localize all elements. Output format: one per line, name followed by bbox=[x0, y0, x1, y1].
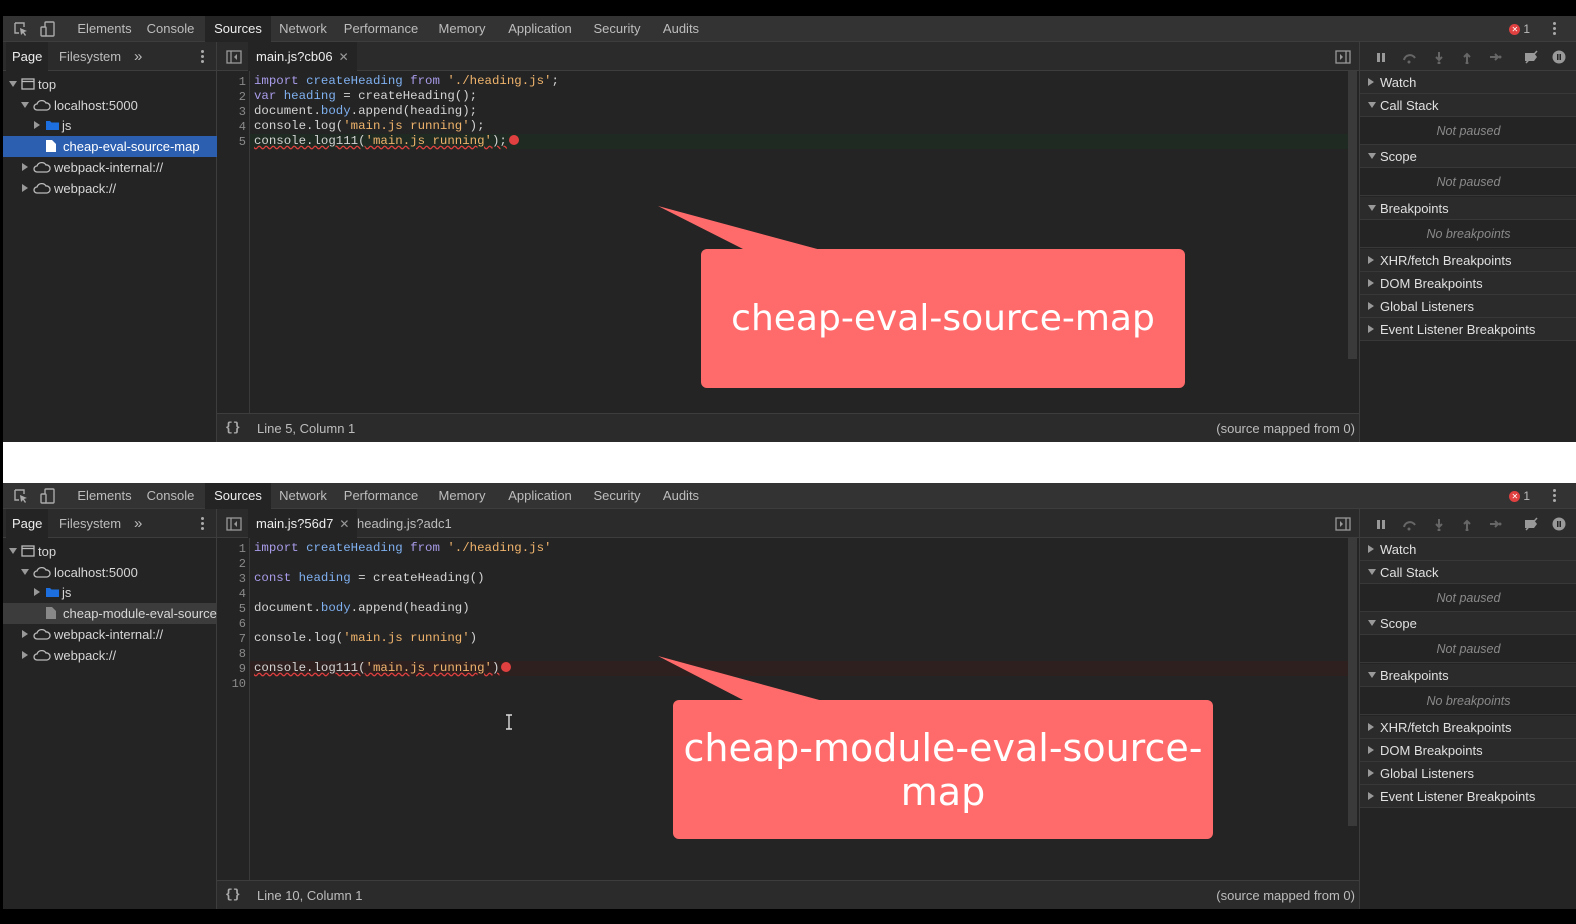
section-scope-label: Scope bbox=[1380, 616, 1417, 631]
debugger-sidebar: Watch Call Stack Not paused Scope Not paused… bbox=[1359, 42, 1576, 442]
expand-right-icon[interactable] bbox=[1368, 769, 1374, 777]
expand-right-icon[interactable] bbox=[1368, 302, 1374, 310]
section-call-stack[interactable]: Call Stack bbox=[1360, 561, 1576, 584]
cursor-position: Line 5, Column 1 bbox=[257, 421, 356, 436]
section-xhr-breakpoints-label: XHR/fetch Breakpoints bbox=[1380, 720, 1512, 735]
expand-right-icon[interactable] bbox=[1368, 723, 1374, 731]
section-call-stack-label: Call Stack bbox=[1380, 565, 1439, 580]
section-dom-breakpoints-label: DOM Breakpoints bbox=[1380, 276, 1483, 291]
editor-status-bar: {} Line 5, Column 1 (source mapped from 0) bbox=[217, 413, 1359, 442]
section-breakpoints[interactable]: Breakpoints bbox=[1360, 197, 1576, 220]
debugger-toolbar bbox=[1360, 42, 1576, 71]
expand-right-icon[interactable] bbox=[1368, 746, 1374, 754]
expand-right-icon[interactable] bbox=[1368, 256, 1374, 264]
step-out-icon[interactable] bbox=[1460, 50, 1474, 64]
step-icon[interactable] bbox=[1488, 517, 1502, 531]
callout-label: cheap-module-eval-source-map bbox=[673, 700, 1213, 839]
section-watch[interactable]: Watch bbox=[1360, 71, 1576, 94]
expand-right-icon[interactable] bbox=[1368, 545, 1374, 553]
call-stack-empty: Not paused bbox=[1360, 584, 1576, 612]
section-xhr-breakpoints[interactable]: XHR/fetch Breakpoints bbox=[1360, 716, 1576, 739]
step-into-icon[interactable] bbox=[1432, 517, 1446, 531]
step-into-icon[interactable] bbox=[1432, 50, 1446, 64]
breakpoints-empty: No breakpoints bbox=[1360, 220, 1576, 248]
pause-on-exceptions-icon[interactable] bbox=[1552, 50, 1566, 64]
deactivate-breakpoints-icon[interactable] bbox=[1524, 517, 1538, 531]
section-scope[interactable]: Scope bbox=[1360, 612, 1576, 635]
section-watch-label: Watch bbox=[1380, 75, 1417, 90]
section-global-listeners-label: Global Listeners bbox=[1380, 299, 1474, 314]
call-stack-empty: Not paused bbox=[1360, 117, 1576, 145]
scope-empty: Not paused bbox=[1360, 635, 1576, 663]
error-count: 1 bbox=[1523, 22, 1530, 36]
text-cursor-icon bbox=[506, 714, 512, 730]
debugger-sidebar: Watch Call Stack Not paused Scope Not paused… bbox=[1359, 509, 1576, 909]
section-scope[interactable]: Scope bbox=[1360, 145, 1576, 168]
devtools-panel-bottom: Elements Console Sources Network Performance… bbox=[3, 483, 1576, 909]
section-dom-breakpoints[interactable]: DOM Breakpoints bbox=[1360, 739, 1576, 762]
expand-down-icon[interactable] bbox=[1368, 153, 1376, 159]
step-over-icon[interactable] bbox=[1402, 50, 1416, 64]
section-global-listeners-label: Global Listeners bbox=[1380, 766, 1474, 781]
editor-scrollbar[interactable] bbox=[1348, 538, 1357, 826]
section-watch-label: Watch bbox=[1380, 542, 1417, 557]
deactivate-breakpoints-icon[interactable] bbox=[1524, 50, 1538, 64]
pause-on-exceptions-icon[interactable] bbox=[1552, 517, 1566, 531]
expand-right-icon[interactable] bbox=[1368, 325, 1374, 333]
breakpoints-empty: No breakpoints bbox=[1360, 687, 1576, 715]
section-breakpoints[interactable]: Breakpoints bbox=[1360, 664, 1576, 687]
section-dom-breakpoints-label: DOM Breakpoints bbox=[1380, 743, 1483, 758]
section-event-listener-breakpoints[interactable]: Event Listener Breakpoints bbox=[1360, 318, 1576, 341]
editor-status-bar: {} Line 10, Column 1 (source mapped from 0… bbox=[217, 880, 1359, 909]
toggle-debugger-icon[interactable] bbox=[1335, 50, 1351, 64]
section-global-listeners[interactable]: Global Listeners bbox=[1360, 295, 1576, 318]
source-map-link[interactable]: (source mapped from 0) bbox=[1216, 421, 1355, 436]
section-dom-breakpoints[interactable]: DOM Breakpoints bbox=[1360, 272, 1576, 295]
error-count-badge[interactable]: ✕ 1 bbox=[1509, 489, 1530, 503]
expand-right-icon[interactable] bbox=[1368, 78, 1374, 86]
debugger-toolbar bbox=[1360, 509, 1576, 538]
panel-separator bbox=[3, 442, 1576, 483]
section-xhr-breakpoints-label: XHR/fetch Breakpoints bbox=[1380, 253, 1512, 268]
section-scope-label: Scope bbox=[1380, 149, 1417, 164]
source-map-link[interactable]: (source mapped from 0) bbox=[1216, 888, 1355, 903]
error-count-badge[interactable]: ✕ 1 bbox=[1509, 22, 1530, 36]
error-icon: ✕ bbox=[1509, 490, 1521, 502]
more-options-icon[interactable] bbox=[1552, 488, 1556, 504]
pretty-print-icon[interactable]: {} bbox=[225, 420, 241, 435]
editor-scrollbar[interactable] bbox=[1348, 71, 1357, 359]
pretty-print-icon[interactable]: {} bbox=[225, 887, 241, 902]
cursor-position: Line 10, Column 1 bbox=[257, 888, 363, 903]
expand-right-icon[interactable] bbox=[1368, 279, 1374, 287]
pause-icon[interactable] bbox=[1374, 517, 1388, 531]
expand-down-icon[interactable] bbox=[1368, 672, 1376, 678]
expand-down-icon[interactable] bbox=[1368, 620, 1376, 626]
section-breakpoints-label: Breakpoints bbox=[1380, 201, 1449, 216]
pause-icon[interactable] bbox=[1374, 50, 1388, 64]
expand-down-icon[interactable] bbox=[1368, 569, 1376, 575]
section-watch[interactable]: Watch bbox=[1360, 538, 1576, 561]
error-icon: ✕ bbox=[1509, 23, 1521, 35]
callout-label: cheap-eval-source-map bbox=[701, 249, 1185, 388]
section-event-listener-breakpoints[interactable]: Event Listener Breakpoints bbox=[1360, 785, 1576, 808]
expand-down-icon[interactable] bbox=[1368, 205, 1376, 211]
expand-down-icon[interactable] bbox=[1368, 102, 1376, 108]
section-call-stack[interactable]: Call Stack bbox=[1360, 94, 1576, 117]
section-breakpoints-label: Breakpoints bbox=[1380, 668, 1449, 683]
scope-empty: Not paused bbox=[1360, 168, 1576, 196]
devtools-panel-top: Elements Console Sources Network Performance… bbox=[3, 16, 1576, 442]
step-out-icon[interactable] bbox=[1460, 517, 1474, 531]
section-event-listener-breakpoints-label: Event Listener Breakpoints bbox=[1380, 789, 1536, 804]
more-options-icon[interactable] bbox=[1552, 21, 1556, 37]
section-global-listeners[interactable]: Global Listeners bbox=[1360, 762, 1576, 785]
expand-right-icon[interactable] bbox=[1368, 792, 1374, 800]
section-event-listener-breakpoints-label: Event Listener Breakpoints bbox=[1380, 322, 1536, 337]
step-over-icon[interactable] bbox=[1402, 517, 1416, 531]
step-icon[interactable] bbox=[1488, 50, 1502, 64]
error-count: 1 bbox=[1523, 489, 1530, 503]
section-xhr-breakpoints[interactable]: XHR/fetch Breakpoints bbox=[1360, 249, 1576, 272]
section-call-stack-label: Call Stack bbox=[1380, 98, 1439, 113]
toggle-debugger-icon[interactable] bbox=[1335, 517, 1351, 531]
